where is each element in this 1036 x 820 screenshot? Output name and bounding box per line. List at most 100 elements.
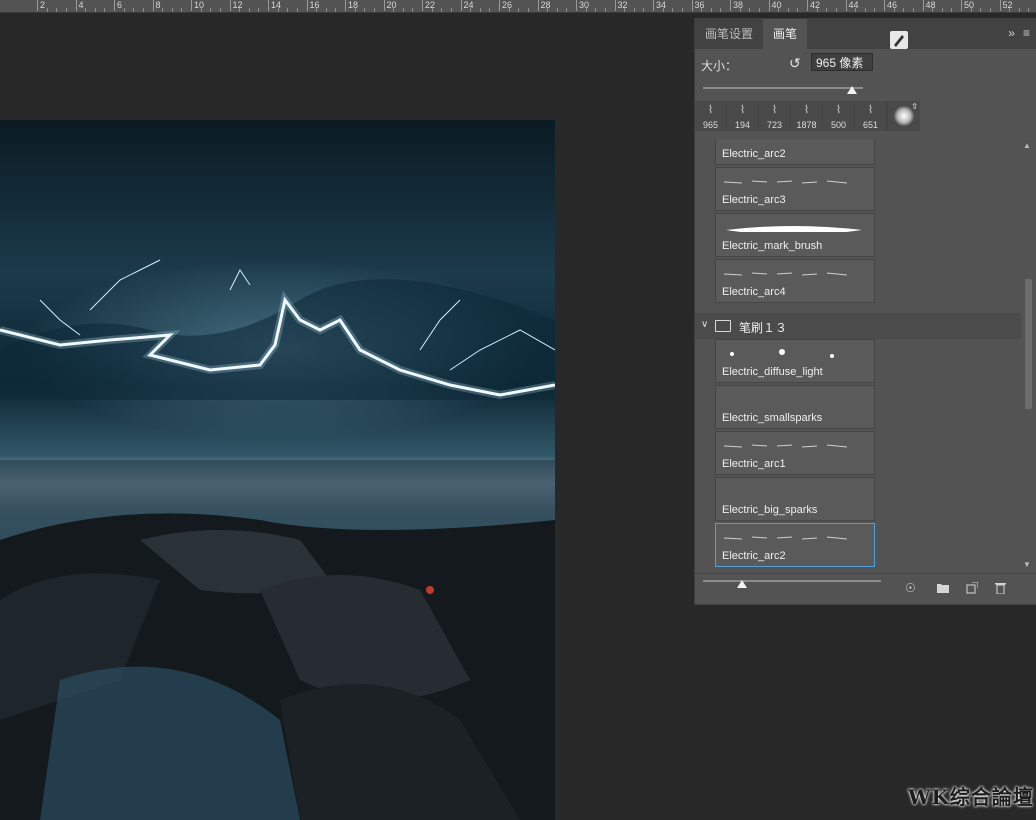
recent-brush[interactable]: ⌇ 651 [855, 101, 887, 131]
brush-name: Electric_smallsparks [722, 412, 823, 424]
ruler-tick-label: 26 [499, 0, 512, 11]
recent-brush[interactable]: ⌇ 965 [695, 101, 727, 131]
horizontal-ruler: 2 4 6 8 10 12 14 16 18 20 22 24 26 28 30 32 34 36 38 40 42 44… [0, 0, 1036, 13]
recent-brush-size: 194 [734, 120, 751, 130]
brush-tip-icon: ⌇ [771, 104, 778, 116]
brush-item[interactable]: Electric_arc1 [715, 431, 875, 475]
brush-tip-icon: ⌇ [867, 104, 874, 116]
thumbnail-size-slider-thumb[interactable] [737, 580, 748, 588]
brush-list: Electric_arc2 Electric_arc3 Electric_mark_… [695, 139, 1021, 571]
brush-stroke-preview [722, 486, 862, 496]
brush-tip-icon: ⌇ [739, 104, 746, 116]
panel-tabs: 画笔设置 画笔 » ≡ [695, 19, 1036, 49]
brush-stroke-preview [722, 139, 862, 140]
folder-icon [715, 320, 731, 332]
brush-item[interactable]: Electric_arc4 [715, 259, 875, 303]
new-brush-icon[interactable] [966, 581, 979, 594]
recent-brush-size: 723 [766, 120, 783, 130]
brush-item[interactable]: Electric_smallsparks [715, 385, 875, 429]
ruler-tick-label: 50 [961, 0, 974, 11]
ruler-tick-label: 2 [37, 0, 45, 11]
ruler-tick-label: 20 [383, 0, 397, 11]
ruler-tick-label: 22 [422, 0, 435, 11]
ruler-tick-label: 52 [999, 0, 1013, 11]
scroll-thumb[interactable] [1025, 279, 1032, 409]
ruler-tick-label: 10 [191, 0, 204, 11]
brush-stroke-preview [723, 180, 848, 184]
brush-tip-icon: ⌇ [835, 104, 842, 116]
scroll-down-icon[interactable]: ▼ [1023, 560, 1031, 569]
size-slider[interactable] [703, 86, 863, 94]
import-icon: ⇧ [911, 102, 918, 111]
brush-stroke-preview [722, 394, 862, 404]
brush-name: Electric_big_sparks [722, 504, 818, 516]
tab-brushes[interactable]: 画笔 [763, 19, 808, 49]
ruler-tick-label: 8 [152, 0, 161, 11]
ruler-tick-label: 16 [306, 0, 320, 11]
ruler-tick-label: 44 [845, 0, 859, 11]
ruler-tick-label: 40 [768, 0, 782, 11]
tab-brush-settings[interactable]: 画笔设置 [695, 19, 763, 49]
brush-item[interactable]: Electric_arc2 [715, 523, 875, 567]
panel-menu-icon[interactable]: ≡ [1023, 26, 1030, 40]
panel-footer: ☉ [695, 573, 1036, 604]
reset-icon[interactable]: ↺ [789, 55, 801, 72]
brush-name: Electric_arc1 [722, 458, 786, 470]
recent-brush-size: 965 [702, 120, 719, 130]
document-canvas[interactable] [0, 120, 555, 820]
brush-group-folder[interactable]: ∨ 笔刷１３ [695, 313, 1021, 339]
brushes-panel: 画笔设置 画笔 » ≡ 大小： ↺ 965 像素 ⌇ 965 ⌇ 194 ⌇ 723 ⌇ 18… [694, 18, 1036, 605]
ruler-tick-label: 14 [268, 0, 281, 11]
brush-name: Electric_arc4 [722, 286, 786, 298]
ruler-tick-label: 36 [691, 0, 705, 11]
brush-settings-icon[interactable] [890, 31, 908, 49]
ruler-tick-label: 42 [807, 0, 820, 11]
size-input[interactable]: 965 像素 [811, 53, 873, 71]
ruler-tick-label: 34 [653, 0, 666, 11]
ruler-tick-label: 6 [114, 0, 122, 11]
recent-brush[interactable]: ⌇ 1878 [791, 101, 823, 131]
thumbnail-size-slider[interactable] [703, 580, 881, 588]
size-label: 大小： [701, 59, 738, 73]
brush-stroke-preview [723, 444, 848, 448]
brush-name: Electric_diffuse_light [722, 366, 823, 378]
brush-name: Electric_arc2 [722, 550, 786, 562]
brush-stroke-preview [730, 349, 834, 358]
lightning-image [0, 120, 555, 820]
visibility-icon[interactable]: ☉ [905, 582, 917, 594]
brush-name: Electric_arc3 [722, 194, 786, 206]
ruler-tick-label: 48 [922, 0, 936, 11]
size-slider-thumb[interactable] [846, 86, 857, 94]
ruler-tick-label: 4 [75, 0, 84, 11]
brush-stroke-preview [723, 536, 848, 540]
brush-name: Electric_mark_brush [722, 240, 823, 252]
ruler-tick-label: 24 [460, 0, 474, 11]
brush-item[interactable]: Electric_arc3 [715, 167, 875, 211]
ruler-tick-label: 46 [884, 0, 897, 11]
brush-name: Electric_arc2 [722, 148, 786, 160]
list-scrollbar[interactable]: ▲ ▼ [1022, 139, 1034, 571]
recent-brush-size: 1878 [796, 120, 817, 130]
brush-item[interactable]: Electric_arc2 [715, 139, 875, 165]
recent-brush-size: 651 [862, 120, 879, 130]
brush-stroke-preview [726, 226, 862, 232]
chevron-down-icon[interactable]: ∨ [701, 319, 708, 330]
brush-item[interactable]: Electric_big_sparks [715, 477, 875, 521]
watermark: WK综合論壇 [908, 785, 1034, 809]
size-row: 大小： ↺ 965 像素 [695, 49, 1036, 77]
collapse-icon[interactable]: » [1008, 26, 1015, 40]
soft-brush-preview[interactable]: ⇧ [887, 101, 920, 131]
recent-brush[interactable]: ⌇ 500 [823, 101, 855, 131]
ruler-tick-label: 38 [730, 0, 743, 11]
ruler-tick-label: 30 [576, 0, 589, 11]
new-group-icon[interactable] [937, 582, 949, 594]
brush-item[interactable]: Electric_diffuse_light [715, 339, 875, 383]
ruler-tick-label: 28 [537, 0, 551, 11]
recent-brush[interactable]: ⌇ 194 [727, 101, 759, 131]
recent-brush[interactable]: ⌇ 723 [759, 101, 791, 131]
scroll-up-icon[interactable]: ▲ [1023, 141, 1031, 150]
delete-icon[interactable] [995, 582, 1007, 595]
brush-item[interactable]: Electric_mark_brush [715, 213, 875, 257]
ruler-tick-label: 12 [229, 0, 243, 11]
brush-tip-icon: ⌇ [803, 104, 810, 116]
